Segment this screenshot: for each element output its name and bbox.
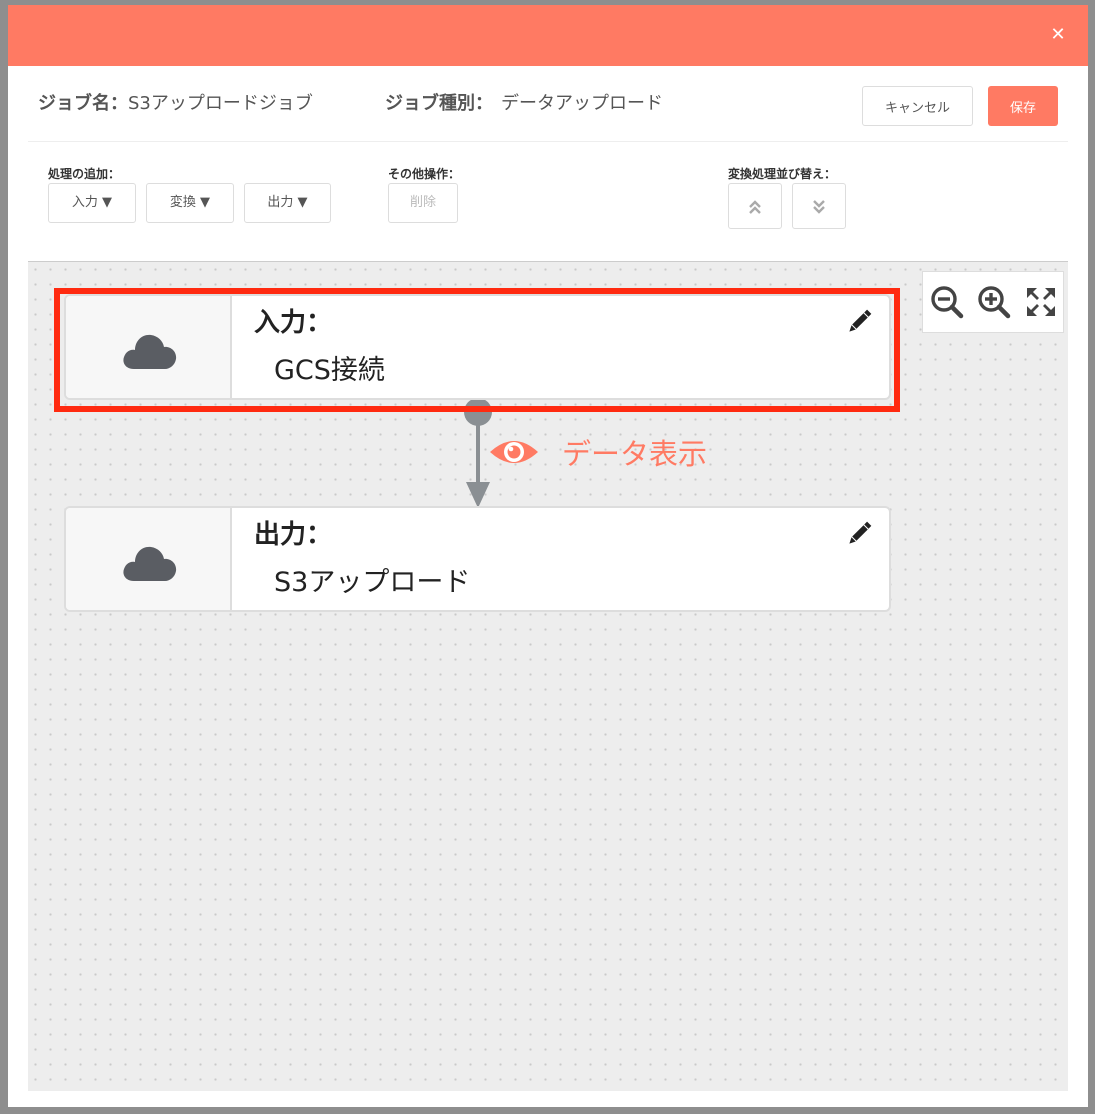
double-chevron-down-icon — [813, 200, 825, 214]
node-name: S3アップロード — [274, 567, 471, 598]
cloud-icon — [123, 334, 177, 369]
eye-icon — [490, 441, 538, 463]
job-type-value: データアップロード — [501, 93, 663, 114]
add-process-label: 処理の追加： — [48, 167, 121, 181]
data-view-link[interactable]: データ表示 — [488, 432, 707, 472]
job-type-label: ジョブ種別： — [385, 93, 493, 114]
input-node[interactable]: 入力： GCS接続 — [64, 294, 891, 400]
add-output-dropdown[interactable]: 出力 ▼ — [244, 183, 331, 223]
job-name-value: S3アップロードジョブ — [128, 93, 313, 114]
add-input-dropdown[interactable]: 入力 ▼ — [48, 183, 136, 223]
job-type: ジョブ種別： データアップロード — [385, 89, 663, 115]
header-divider — [28, 141, 1068, 142]
job-name: ジョブ名：S3アップロードジョブ — [38, 89, 313, 115]
pencil-icon[interactable] — [845, 518, 875, 548]
node-kind-label: 入力： — [254, 308, 333, 338]
node-name: GCS接続 — [274, 355, 385, 386]
pencil-icon[interactable] — [845, 306, 875, 336]
delete-button[interactable]: 削除 — [388, 183, 458, 223]
job-name-label: ジョブ名： — [38, 93, 128, 114]
data-view-label: データ表示 — [562, 437, 708, 471]
node-kind-label: 出力： — [254, 520, 333, 550]
double-chevron-up-icon — [749, 200, 761, 214]
close-icon[interactable]: ✕ — [1046, 23, 1070, 47]
reorder-label: 変換処理並び替え： — [728, 167, 837, 181]
job-editor-modal: ✕ ジョブ名：S3アップロードジョブ ジョブ種別： データアップロード キャンセル… — [8, 5, 1088, 1107]
move-up-button[interactable] — [728, 183, 782, 229]
save-button[interactable]: 保存 — [988, 86, 1058, 126]
cancel-button[interactable]: キャンセル — [862, 86, 973, 126]
move-down-button[interactable] — [792, 183, 846, 229]
add-transform-dropdown[interactable]: 変換 ▼ — [146, 183, 234, 223]
other-ops-label: その他操作： — [388, 167, 461, 181]
output-node[interactable]: 出力： S3アップロード — [64, 506, 891, 612]
modal-header: ✕ — [8, 5, 1088, 66]
flow-canvas[interactable]: データ表示 入力： GCS接続 出力： S3アップロード — [28, 261, 1068, 1091]
node-icon-box — [66, 508, 232, 610]
node-icon-box — [66, 296, 232, 398]
cloud-icon — [123, 546, 177, 581]
